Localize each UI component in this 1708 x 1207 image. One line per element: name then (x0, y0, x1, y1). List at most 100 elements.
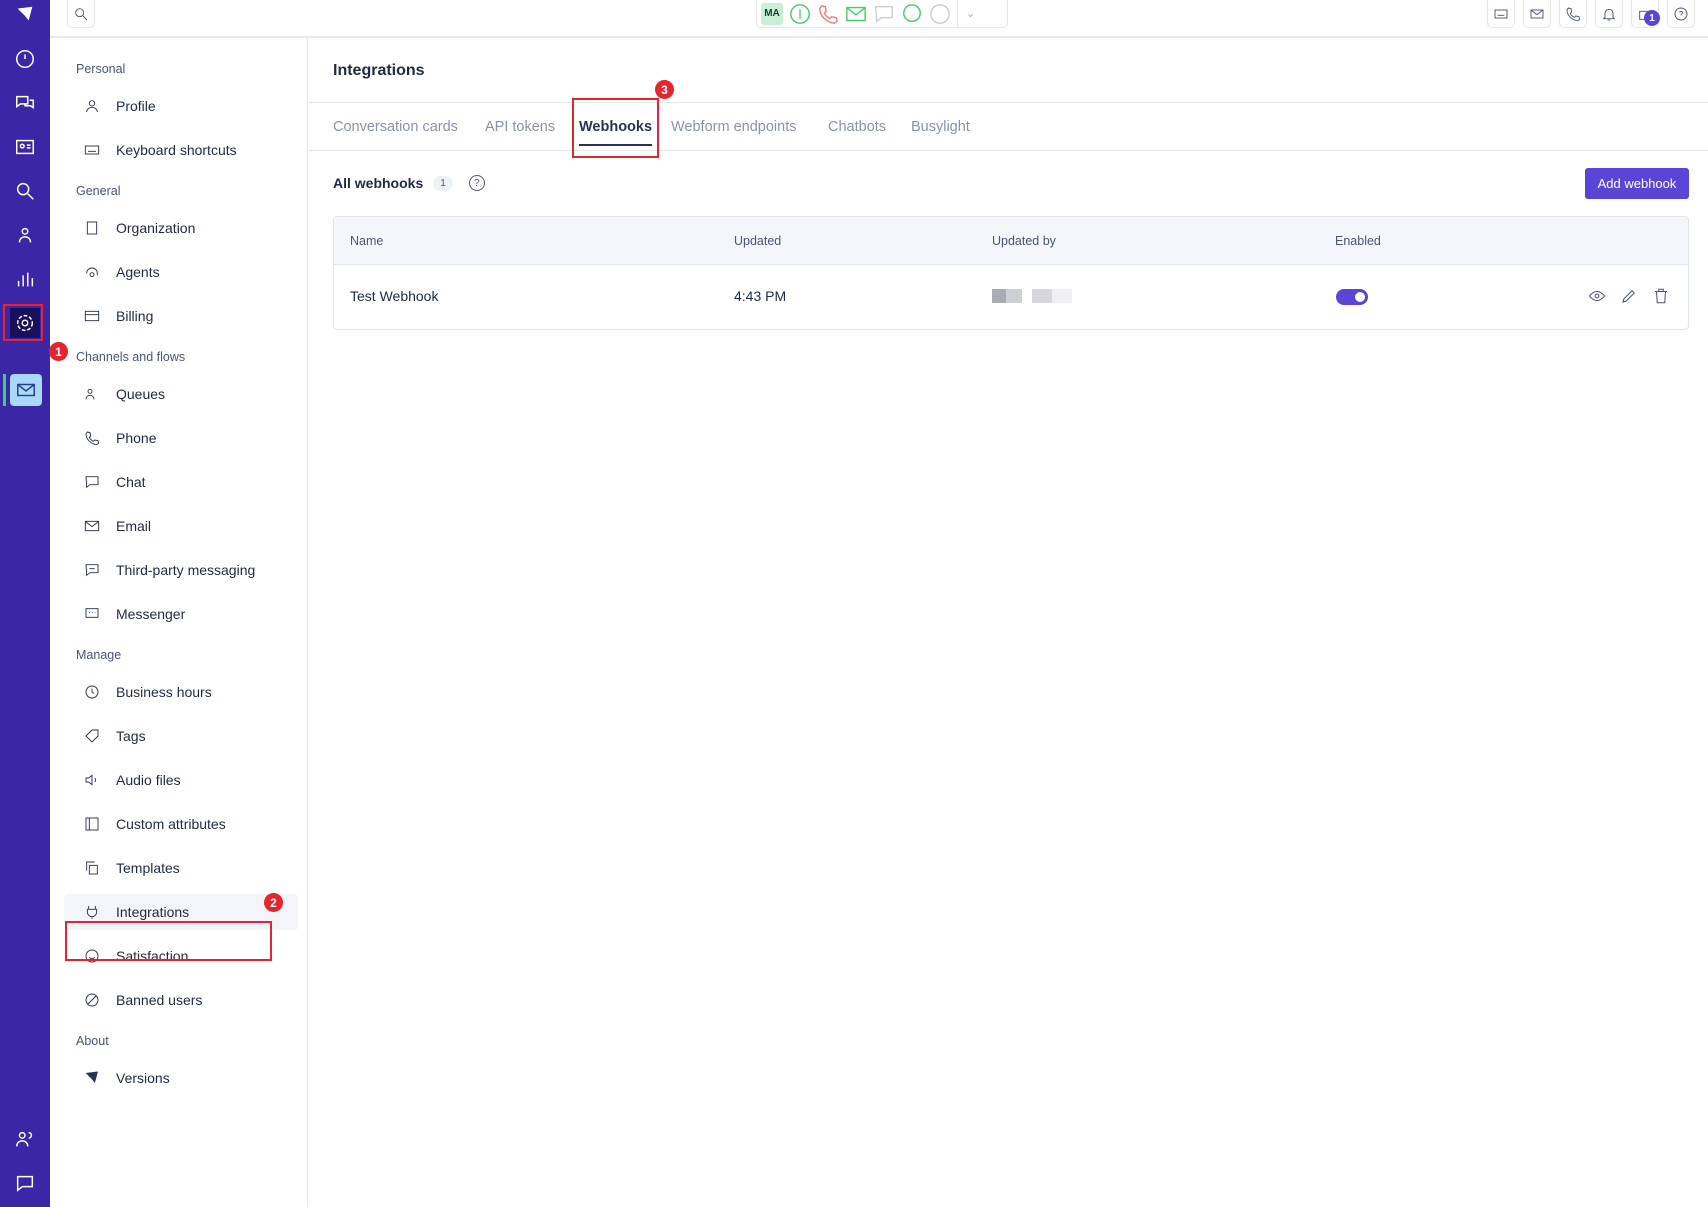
sidebar-item-chat[interactable]: Chat (64, 464, 298, 500)
agent-avatar[interactable]: MA (761, 2, 783, 25)
updated-time: 4:43 PM (734, 288, 787, 304)
column-enabled: Enabled (1335, 234, 1381, 248)
search-icon (75, 7, 88, 20)
updated-by-redacted (992, 289, 1072, 303)
sidebar-item-label: Custom attributes (116, 816, 226, 832)
sidebar-item-tags[interactable]: Tags (64, 718, 298, 754)
sidebar-item-organization[interactable]: Organization (64, 210, 298, 246)
annotation-box-integrations (65, 921, 272, 961)
tab-busylight[interactable]: Busylight (911, 119, 970, 135)
sidebar-item-audio-files[interactable]: Audio files (64, 762, 298, 798)
sidebar-item-templates[interactable]: Templates (64, 850, 298, 886)
list-title: All webhooks (333, 175, 424, 191)
help-icon[interactable]: ? (468, 175, 485, 191)
help-button[interactable] (1667, 0, 1695, 28)
sidebar-item-label: Templates (116, 860, 180, 876)
panel-icon (85, 817, 99, 831)
sidebar-item-messenger[interactable]: Messenger (64, 596, 298, 632)
chat-support-icon[interactable] (10, 1168, 40, 1198)
conversations-icon[interactable] (10, 88, 40, 118)
search-icon[interactable] (10, 176, 40, 206)
keyboard-button[interactable] (1487, 0, 1515, 28)
mail-button[interactable] (1523, 0, 1551, 28)
sidebar-item-label: Tags (116, 728, 146, 744)
page-title: Integrations (333, 62, 425, 79)
social-icon (930, 3, 950, 24)
search-button[interactable] (67, 0, 95, 28)
keyboard-icon (1494, 9, 1508, 18)
sidebar-item-label: Banned users (116, 992, 203, 1008)
plug-icon (86, 906, 98, 919)
tag-icon (85, 729, 99, 743)
top-bar: MA ⌄ 1 (50, 0, 1708, 38)
sidebar-item-label: Billing (116, 308, 154, 324)
edit-icon[interactable] (1620, 287, 1638, 305)
add-webhook-button[interactable]: Add webhook (1585, 168, 1689, 199)
sidebar-item-phone[interactable]: Phone (64, 420, 298, 456)
mail-icon (846, 6, 866, 21)
building-icon (86, 221, 98, 235)
tab-api-tokens[interactable]: API tokens (485, 119, 555, 135)
sidebar-item-banned-users[interactable]: Banned users (64, 982, 298, 1018)
tab-webform-endpoints[interactable]: Webform endpoints (671, 119, 796, 135)
sidebar-item-label: Organization (116, 220, 196, 236)
sidebar-item-third-party-messaging[interactable]: Third-party messaging (64, 552, 298, 588)
sidebar-item-label: Keyboard shortcuts (116, 142, 237, 158)
sidebar-item-label: Chat (116, 474, 146, 490)
sidebar-item-queues[interactable]: Queues (64, 376, 298, 412)
keyboard-icon (84, 145, 100, 155)
view-icon[interactable] (1588, 287, 1606, 305)
table-row[interactable]: Test Webhook 4:43 PM (334, 265, 1688, 329)
active-indicator (3, 374, 6, 406)
section-label: Manage (76, 648, 122, 662)
chevron-down-icon[interactable]: ⌄ (957, 0, 983, 28)
tab-chatbots[interactable]: Chatbots (828, 119, 886, 135)
sidebar-item-label: Email (116, 518, 152, 534)
sidebar-item-agents[interactable]: Agents (64, 254, 298, 290)
ban-icon (85, 993, 99, 1007)
sidebar-item-email[interactable]: Email (64, 508, 298, 544)
webhooks-table: Name Updated Updated by Enabled Test Web… (333, 216, 1689, 330)
sidebar-item-label: Third-party messaging (116, 562, 256, 578)
sidebar-item-billing[interactable]: Billing (64, 298, 298, 334)
sidebar-item-label: Audio files (116, 772, 181, 788)
agent-status-bar[interactable]: MA ⌄ (756, 0, 1008, 28)
users-icon (85, 388, 95, 400)
dashboard-icon[interactable] (10, 44, 40, 74)
user-icon (86, 100, 98, 113)
sidebar-item-business-hours[interactable]: Business hours (64, 674, 298, 710)
annotation-badge-1: 1 (49, 342, 68, 361)
email-channel-icon[interactable] (10, 374, 42, 406)
users-icon[interactable] (10, 1124, 40, 1154)
sidebar-item-label: Versions (116, 1070, 170, 1086)
sidebar-item-profile[interactable]: Profile (64, 88, 298, 124)
enabled-toggle[interactable] (1336, 289, 1368, 305)
messenger-icon (85, 608, 99, 618)
sidebar-item-custom-attributes[interactable]: Custom attributes (64, 806, 298, 842)
headset-icon (86, 267, 98, 278)
mail-icon (1530, 9, 1544, 18)
phone-button[interactable] (1559, 0, 1587, 28)
help-icon (1674, 7, 1688, 20)
sidebar-item-versions[interactable]: Versions (64, 1060, 298, 1096)
logo-icon[interactable] (10, 0, 40, 30)
delete-icon[interactable] (1652, 287, 1670, 305)
chat-icon (875, 5, 893, 23)
phone-icon (85, 431, 100, 446)
settings-sidebar: Personal Profile Keyboard shortcuts General… (50, 38, 308, 1207)
gift-button[interactable]: 1 (1631, 0, 1660, 28)
tab-conversation-cards[interactable]: Conversation cards (333, 119, 458, 135)
webhook-name: Test Webhook (350, 288, 439, 304)
tab-bar: Conversation cards API tokens Webhooks W… (309, 102, 1708, 151)
sidebar-item-keyboard-shortcuts[interactable]: Keyboard shortcuts (64, 132, 298, 168)
column-updated-by: Updated by (992, 234, 1056, 248)
chat-icon (85, 476, 99, 489)
reports-icon[interactable] (10, 264, 40, 294)
team-icon[interactable] (10, 220, 40, 250)
clock-icon (85, 685, 99, 699)
notifications-button[interactable] (1595, 0, 1623, 28)
mail-icon (84, 520, 100, 532)
sidebar-item-label: Queues (116, 386, 166, 402)
annotation-badge-2: 2 (264, 893, 283, 912)
contacts-icon[interactable] (10, 132, 40, 162)
